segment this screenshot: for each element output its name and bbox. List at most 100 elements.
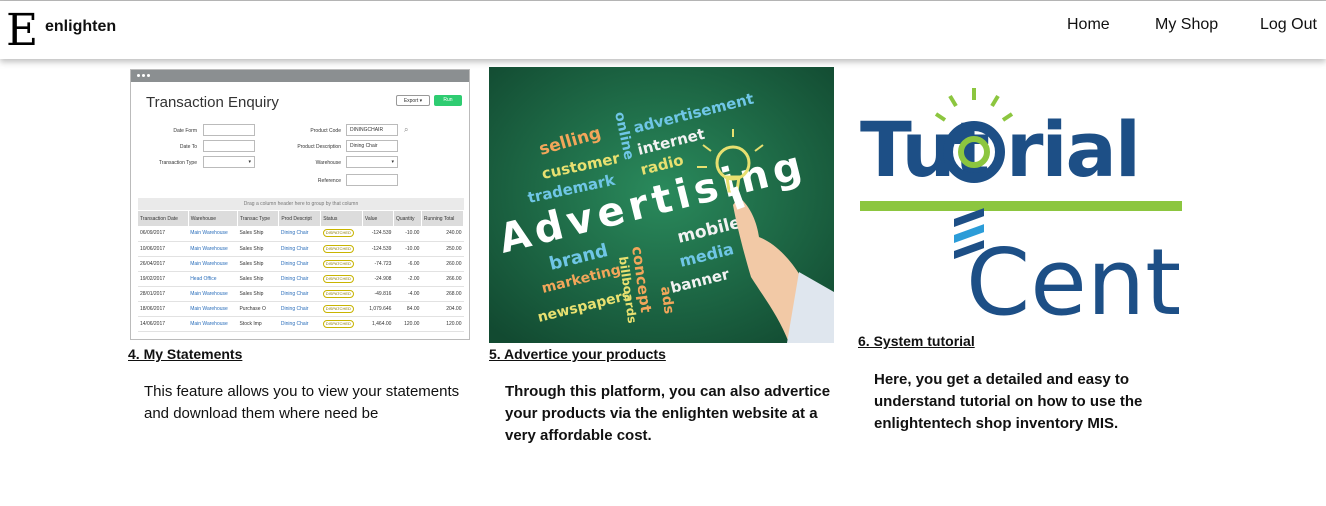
table-cell: 10/06/2017 xyxy=(138,241,189,257)
warehouse-label: Warehouse xyxy=(315,160,341,166)
reference-label: Reference xyxy=(317,178,341,184)
column-header: Warehouse xyxy=(188,211,238,226)
table-cell: Stock Imp xyxy=(237,316,279,332)
date-to-field xyxy=(203,140,255,152)
product-code-label: Product Code xyxy=(310,128,341,134)
table-cell: Purchase O xyxy=(237,301,279,317)
table-cell: Dining Chair xyxy=(278,286,321,302)
table-cell: Main Warehouse xyxy=(188,301,238,317)
column-header: Transac Type xyxy=(237,211,280,226)
table-cell: Dining Chair xyxy=(278,226,321,242)
table-cell: 06/09/2017 xyxy=(138,226,189,242)
brand-logo-letter[interactable]: E xyxy=(6,5,38,57)
status-badge: DISPATCHED xyxy=(322,274,354,283)
nav-home-link[interactable]: Home xyxy=(1067,16,1110,34)
description-line: Here, you get a detailed and easy to xyxy=(874,371,1130,388)
advertise-products-description: Through this platform, you can also adve… xyxy=(505,381,830,447)
tutorial-center-logo: Tut rial Center xyxy=(860,88,1186,320)
nav-my-shop-link[interactable]: My Shop xyxy=(1155,16,1218,34)
nav-logout-link[interactable]: Log Out xyxy=(1260,16,1317,34)
system-tutorial-link[interactable]: 6. System tutorial xyxy=(858,333,975,349)
table-cell: Main Warehouse xyxy=(188,286,238,302)
column-header: Prod Descript xyxy=(278,211,322,226)
transaction-type-label: Transaction Type xyxy=(158,160,197,166)
description-line: enlightentech shop inventory MIS. xyxy=(874,415,1119,432)
table-cell: Sales Ship xyxy=(237,271,279,287)
table-cell: DISPATCHED xyxy=(320,226,363,242)
group-by-hint: Drag a column header here to group by th… xyxy=(138,198,464,210)
table-cell: 28/01/2017 xyxy=(138,286,189,302)
transaction-enquiry-title: Transaction Enquiry xyxy=(146,94,279,111)
column-header: Quantity xyxy=(393,211,422,226)
product-description-label: Product Description xyxy=(297,144,341,150)
advertising-chalkboard-graphic: selling customer trademark online advert… xyxy=(489,67,834,343)
description-line: This feature allows you to view your sta… xyxy=(144,383,460,400)
table-cell: 19/02/2017 xyxy=(138,271,189,287)
table-cell: Dining Chair xyxy=(278,301,321,317)
tutorial-logo-wordmark: Tut rial Center xyxy=(860,105,1186,320)
table-cell: Main Warehouse xyxy=(188,226,238,242)
table-header-row: Transaction Date Warehouse Transac Type … xyxy=(138,211,465,226)
status-badge: DISPATCHED xyxy=(322,304,354,313)
table-cell: Dining Chair xyxy=(278,271,321,287)
top-navbar: E enlighten Home My Shop Log Out xyxy=(0,1,1326,59)
table-cell: 120.00 xyxy=(393,316,422,332)
status-badge: DISPATCHED xyxy=(322,244,354,253)
search-icon: ⌕ xyxy=(404,125,409,134)
table-cell: Main Warehouse xyxy=(188,256,238,272)
table-cell: -74.723 xyxy=(362,256,394,272)
transaction-type-select: ▾ xyxy=(203,156,255,168)
transactions-table: Transaction Date Warehouse Transac Type … xyxy=(138,211,465,332)
table-row: 06/09/2017 Main Warehouse Sales Ship Dining… xyxy=(138,226,464,242)
table-row: 26/04/2017 Main Warehouse Sales Ship Dining… xyxy=(138,256,464,272)
table-cell: Sales Ship xyxy=(237,241,279,257)
table-row: 10/06/2017 Main Warehouse Sales Ship Dining… xyxy=(138,241,464,257)
table-cell: DISPATCHED xyxy=(320,271,363,287)
table-cell: -4.00 xyxy=(393,286,422,302)
description-line: and download them where need be xyxy=(144,405,379,422)
date-from-label: Date Form xyxy=(173,128,197,134)
status-badge: DISPATCHED xyxy=(322,289,354,298)
advertise-products-link[interactable]: 5. Advertice your products xyxy=(489,346,666,362)
table-cell: Dining Chair xyxy=(278,256,321,272)
table-cell: -49.816 xyxy=(362,286,394,302)
brand-name[interactable]: enlighten xyxy=(45,18,116,36)
table-cell: -10.00 xyxy=(393,226,422,242)
tutorial-center-logo-image: Tut rial Center xyxy=(858,84,1186,320)
description-line: understand tutorial on how to use the xyxy=(874,393,1143,410)
table-cell: -124.539 xyxy=(362,226,394,242)
table-cell: Dining Chair xyxy=(278,316,321,332)
product-description-field: Dining Chair xyxy=(346,140,398,152)
warehouse-select: ▾ xyxy=(346,156,398,168)
table-cell: -10.00 xyxy=(393,241,422,257)
my-statements-link[interactable]: 4. My Statements xyxy=(128,346,242,362)
table-row: 19/02/2017 Head Office Sales Ship Dining Ch… xyxy=(138,271,464,287)
description-line: your products via the enlighten website … xyxy=(505,405,818,422)
table-cell: Sales Ship xyxy=(237,256,279,272)
table-cell: Dining Chair xyxy=(278,241,321,257)
svg-text:rial: rial xyxy=(1006,105,1139,194)
table-cell: -6.00 xyxy=(393,256,422,272)
description-line: Through this platform, you can also adve… xyxy=(505,383,831,400)
system-tutorial-description: Here, you get a detailed and easy to und… xyxy=(874,369,1142,435)
table-cell: 240.00 xyxy=(421,226,464,242)
table-cell: DISPATCHED xyxy=(320,316,363,332)
table-cell: 120.00 xyxy=(421,316,464,332)
table-cell: DISPATCHED xyxy=(320,241,363,257)
svg-text:Center: Center xyxy=(966,229,1186,320)
table-cell: 260.00 xyxy=(421,256,464,272)
column-header: Running Total xyxy=(421,211,465,226)
table-cell: 204.00 xyxy=(421,301,464,317)
export-button: Export ▾ xyxy=(396,95,430,106)
date-from-field xyxy=(203,124,255,136)
status-badge: DISPATCHED xyxy=(322,259,354,268)
table-cell: 250.00 xyxy=(421,241,464,257)
table-cell: -2.00 xyxy=(393,271,422,287)
column-header: Status xyxy=(320,211,363,226)
table-cell: 268.00 xyxy=(421,286,464,302)
advertising-chalkboard-image: selling customer trademark online advert… xyxy=(489,67,834,343)
table-cell: 1,079.646 xyxy=(362,301,394,317)
window-titlebar xyxy=(131,70,469,82)
status-badge: DISPATCHED xyxy=(322,229,354,238)
table-cell: Sales Ship xyxy=(237,286,279,302)
